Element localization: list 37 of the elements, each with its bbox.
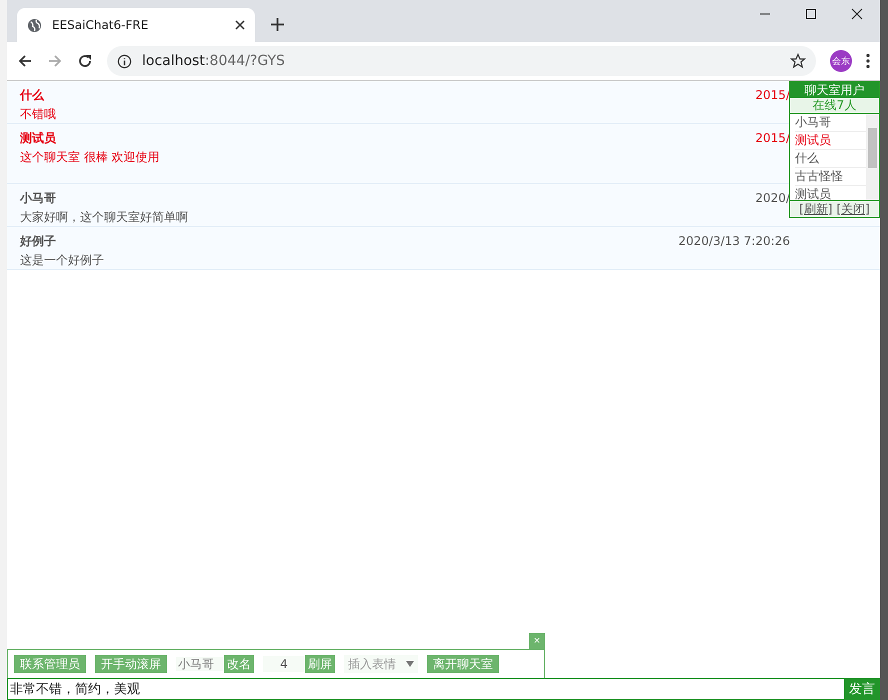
back-arrow-icon[interactable]	[17, 53, 33, 69]
new-tab-icon[interactable]	[271, 18, 284, 31]
caret-icon	[406, 661, 414, 667]
message-author: 测试员	[20, 130, 56, 146]
reload-icon[interactable]	[77, 53, 93, 69]
maximize-icon[interactable]	[805, 8, 817, 20]
menu-icon[interactable]	[866, 53, 870, 69]
message-text: 不错哦	[20, 107, 56, 121]
url-text: localhost:8044/?GYS	[142, 53, 286, 69]
message-text: 这是一个好例子	[20, 253, 104, 267]
message-input[interactable]: 非常不错，简约，美观	[7, 678, 844, 700]
address-bar[interactable]: localhost:8044/?GYS	[107, 46, 816, 76]
refresh-interval-field[interactable]: 4	[263, 656, 305, 672]
message-time: 2020/3/13 7:20:26	[678, 233, 790, 249]
close-icon[interactable]	[851, 8, 863, 20]
send-button[interactable]: 发言	[844, 678, 880, 700]
online-count: 在线7人	[790, 98, 879, 114]
profile-avatar[interactable]: 会东	[830, 50, 852, 72]
close-link[interactable]: [关闭]	[836, 201, 870, 217]
globe-icon	[27, 18, 42, 32]
message-author: 好例子	[20, 233, 56, 249]
message-author: 小马哥	[20, 190, 56, 206]
scrollbar[interactable]	[866, 114, 879, 200]
message-time: 2015/	[755, 87, 790, 103]
message-text: 大家好啊，这个聊天室好简单啊	[20, 210, 188, 224]
message-text: 这个聊天室 很棒 欢迎使用	[20, 150, 160, 164]
star-icon[interactable]	[790, 53, 806, 69]
info-icon	[117, 54, 132, 68]
browser-tab[interactable]: EESaiChat6-FRE	[17, 8, 255, 42]
message-time: 2015/	[755, 130, 790, 146]
message-author: 什么	[20, 87, 44, 103]
close-icon[interactable]	[235, 20, 245, 30]
refresh-link[interactable]: [刷新]	[799, 201, 832, 217]
nickname-field[interactable]: 小马哥	[176, 657, 224, 671]
tab-title: EESaiChat6-FRE	[52, 18, 150, 32]
message-time: 2020/	[755, 190, 790, 206]
panel-title: 聊天室用户	[790, 82, 879, 98]
